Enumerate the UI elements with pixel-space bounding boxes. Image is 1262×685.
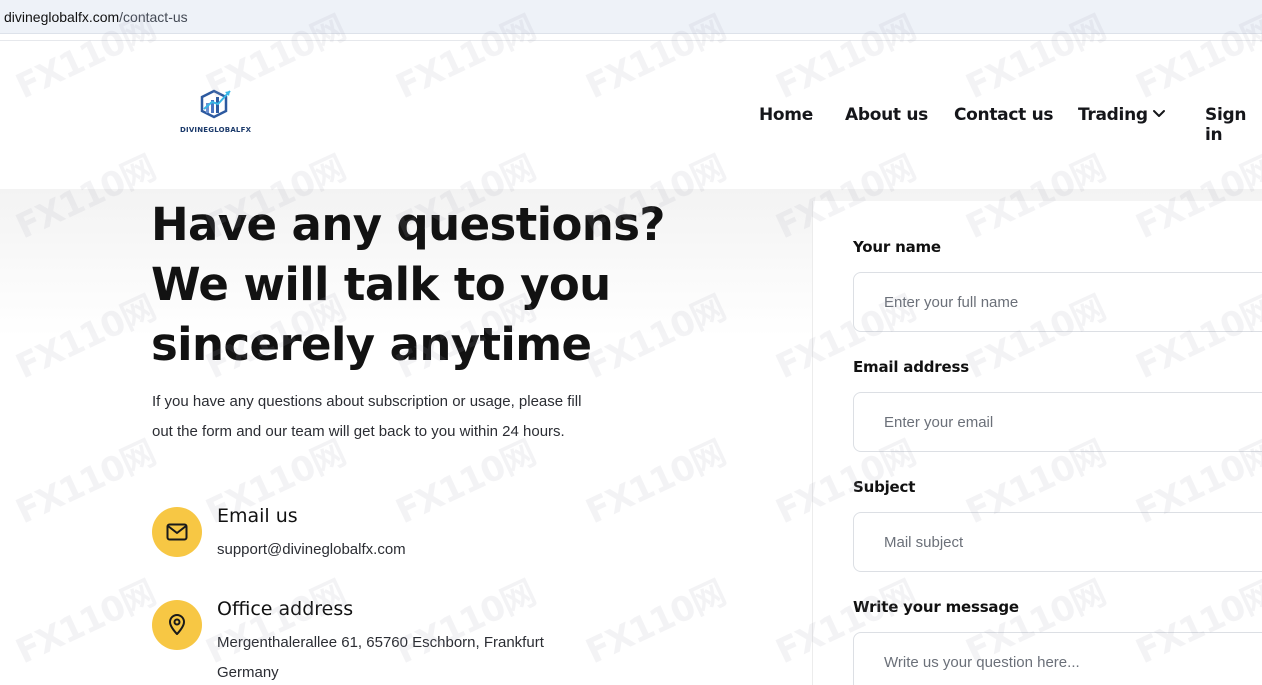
toolbar-divider bbox=[0, 34, 1262, 41]
chevron-down-icon[interactable] bbox=[1152, 109, 1166, 119]
page-description: If you have any questions about subscrip… bbox=[152, 387, 632, 447]
office-address: Mergenthalerallee 61, 65760 Eschborn, Fr… bbox=[217, 628, 544, 685]
location-icon-badge bbox=[152, 600, 202, 650]
name-input[interactable] bbox=[853, 272, 1262, 332]
url-path: /contact-us bbox=[119, 8, 188, 25]
office-address-line-1: Mergenthalerallee 61, 65760 Eschborn, Fr… bbox=[217, 634, 544, 651]
description-line-2: out the form and our team will get back … bbox=[152, 423, 565, 440]
name-label: Your name bbox=[853, 238, 941, 256]
contact-form: Your name Email address Subject Write yo… bbox=[812, 201, 1262, 685]
url-domain: divineglobalfx.com bbox=[4, 8, 120, 25]
email-label: Email address bbox=[853, 358, 969, 376]
logo-text: DIVINEGLOBALFX bbox=[180, 126, 252, 134]
title-line-1: Have any questions? bbox=[151, 198, 665, 251]
title-line-2: We will talk to you bbox=[151, 258, 611, 311]
subject-label: Subject bbox=[853, 478, 916, 496]
browser-url-bar[interactable]: divineglobalfx.com/contact-us bbox=[0, 0, 1262, 34]
mail-icon bbox=[166, 523, 188, 541]
title-line-3: sincerely anytime bbox=[151, 318, 592, 371]
email-value[interactable]: support@divineglobalfx.com bbox=[217, 535, 406, 565]
location-pin-icon bbox=[169, 614, 185, 635]
office-address-line-2: Germany bbox=[217, 664, 279, 681]
nav-trading-dropdown[interactable]: Trading bbox=[1078, 105, 1148, 125]
message-input[interactable] bbox=[853, 632, 1262, 685]
nav-about-link[interactable]: About us bbox=[845, 105, 928, 125]
message-label: Write your message bbox=[853, 598, 1019, 616]
email-title: Email us bbox=[217, 505, 298, 527]
nav-contact-link[interactable]: Contact us bbox=[954, 105, 1054, 125]
description-line-1: If you have any questions about subscrip… bbox=[152, 393, 582, 410]
mail-icon-badge bbox=[152, 507, 202, 557]
nav-signin-link[interactable]: Sign in bbox=[1205, 105, 1262, 145]
contact-section: Have any questions? We will talk to you … bbox=[0, 189, 1262, 685]
main-nav: Home About us Contact us Trading Sign in bbox=[0, 105, 1262, 145]
email-input[interactable] bbox=[853, 392, 1262, 452]
subject-input[interactable] bbox=[853, 512, 1262, 572]
office-title: Office address bbox=[217, 598, 354, 620]
nav-home-link[interactable]: Home bbox=[759, 105, 813, 125]
site-header: DIVINEGLOBALFX Home About us Contact us … bbox=[0, 41, 1262, 189]
page-title: Have any questions? We will talk to you … bbox=[151, 195, 671, 375]
